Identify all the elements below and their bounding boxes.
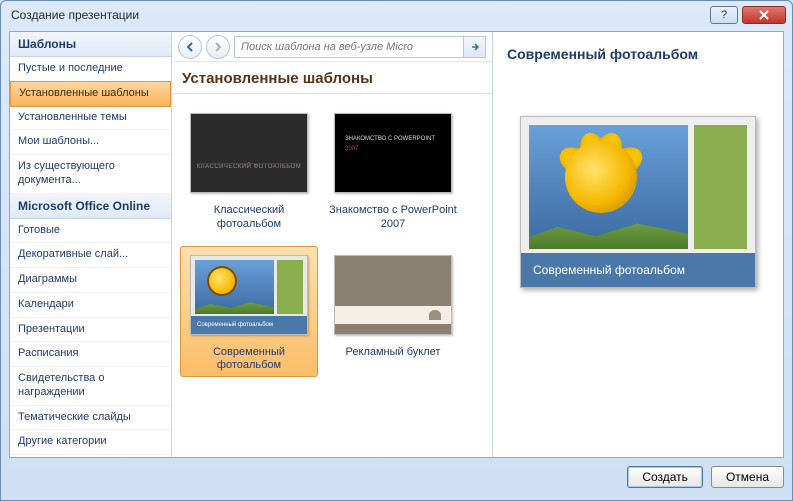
sidebar-item-awards[interactable]: Свидетельства о награждении [10,367,171,406]
nav-forward-button[interactable] [206,35,230,59]
close-icon [758,10,770,20]
dialog-footer: Создать Отмена [9,462,784,492]
sidebar-item-presentations[interactable]: Презентации [10,318,171,343]
sidebar-item-blank[interactable]: Пустые и последние [10,57,171,82]
preview-title: Современный фотоальбом [507,46,769,62]
sidebar-item-calendars[interactable]: Календари [10,293,171,318]
close-button[interactable] [742,6,786,24]
sidebar-item-installed-templates[interactable]: Установленные шаблоны [10,81,171,107]
sidebar-item-decorative[interactable]: Декоративные слай... [10,243,171,268]
gallery-heading: Установленные шаблоны [172,62,492,94]
preview-pane: Современный фотоальбом Современный фотоа… [493,32,783,457]
template-gallery[interactable]: КЛАССИЧЕСКИЙ ФОТОАЛЬБОМ Классический фот… [172,94,492,457]
nav-back-button[interactable] [178,35,202,59]
template-thumb-wrap [328,250,458,340]
window-title: Создание презентации [11,8,706,22]
sidebar-item-featured[interactable]: Готовые [10,219,171,244]
sidebar-heading-office-online: Microsoft Office Online [10,194,171,219]
template-thumb-wrap: Современный фотоальбом [184,250,314,340]
template-thumbnail: ЗНАКОМСТВО С POWERPOINT 2007 [334,113,452,193]
sidebar-item-thematic[interactable]: Тематические слайды [10,406,171,431]
sidebar: Шаблоны Пустые и последние Установленные… [10,32,172,457]
dialog-window: Создание презентации ? Шаблоны Пустые и … [0,0,793,501]
preview-slide: Современный фотоальбом [520,116,756,288]
titlebar: Создание презентации ? [1,1,792,29]
thumb-text: 2007 [345,146,358,152]
search-input[interactable] [235,41,463,53]
preview-caption: Современный фотоальбом [521,253,755,287]
sidebar-heading-templates: Шаблоны [10,32,171,57]
arrow-right-icon [213,42,223,52]
toolbar [172,32,492,62]
thumb-text: ЗНАКОМСТВО С POWERPOINT [345,136,435,142]
template-label: Классический фотоальбом [184,204,314,232]
template-thumbnail: Современный фотоальбом [190,255,308,335]
template-ppt-2007-intro[interactable]: ЗНАКОМСТВО С POWERPOINT 2007 Знакомство … [324,104,462,236]
search-go-button[interactable] [463,37,485,57]
cancel-button[interactable]: Отмена [711,466,784,488]
template-classic-photoalbum[interactable]: КЛАССИЧЕСКИЙ ФОТОАЛЬБОМ Классический фот… [180,104,318,236]
sidebar-item-schedules[interactable]: Расписания [10,342,171,367]
help-button[interactable]: ? [710,6,738,24]
thumb-text: КЛАССИЧЕСКИЙ ФОТОАЛЬБОМ [191,164,307,170]
sidebar-item-my-templates[interactable]: Мои шаблоны... [10,130,171,155]
create-button[interactable]: Создать [627,466,703,488]
search-box [234,36,486,58]
preview-side-accent [694,125,747,249]
template-modern-photoalbum[interactable]: Современный фотоальбом Современный фотоа… [180,246,318,378]
thumb-text: Современный фотоальбом [191,316,307,334]
preview-image [529,125,688,249]
sidebar-item-from-existing[interactable]: Из существующего документа... [10,155,171,194]
dialog-body: Шаблоны Пустые и последние Установленные… [9,31,784,458]
arrow-right-icon [470,42,480,52]
sidebar-item-installed-themes[interactable]: Установленные темы [10,106,171,131]
title-buttons: ? [706,6,786,24]
template-thumb-wrap: КЛАССИЧЕСКИЙ ФОТОАЛЬБОМ [184,108,314,198]
sidebar-item-other[interactable]: Другие категории [10,430,171,455]
template-brochure[interactable]: Рекламный буклет [324,246,462,378]
template-thumb-wrap: ЗНАКОМСТВО С POWERPOINT 2007 [328,108,458,198]
template-label: Знакомство с PowerPoint 2007 [328,204,458,232]
template-label: Современный фотоальбом [184,346,314,374]
sidebar-item-diagrams[interactable]: Диаграммы [10,268,171,293]
arrow-left-icon [185,42,195,52]
template-thumbnail: КЛАССИЧЕСКИЙ ФОТОАЛЬБОМ [190,113,308,193]
template-label: Рекламный буклет [346,346,441,372]
center-pane: Установленные шаблоны КЛАССИЧЕСКИЙ ФОТОА… [172,32,493,457]
template-thumbnail [334,255,452,335]
